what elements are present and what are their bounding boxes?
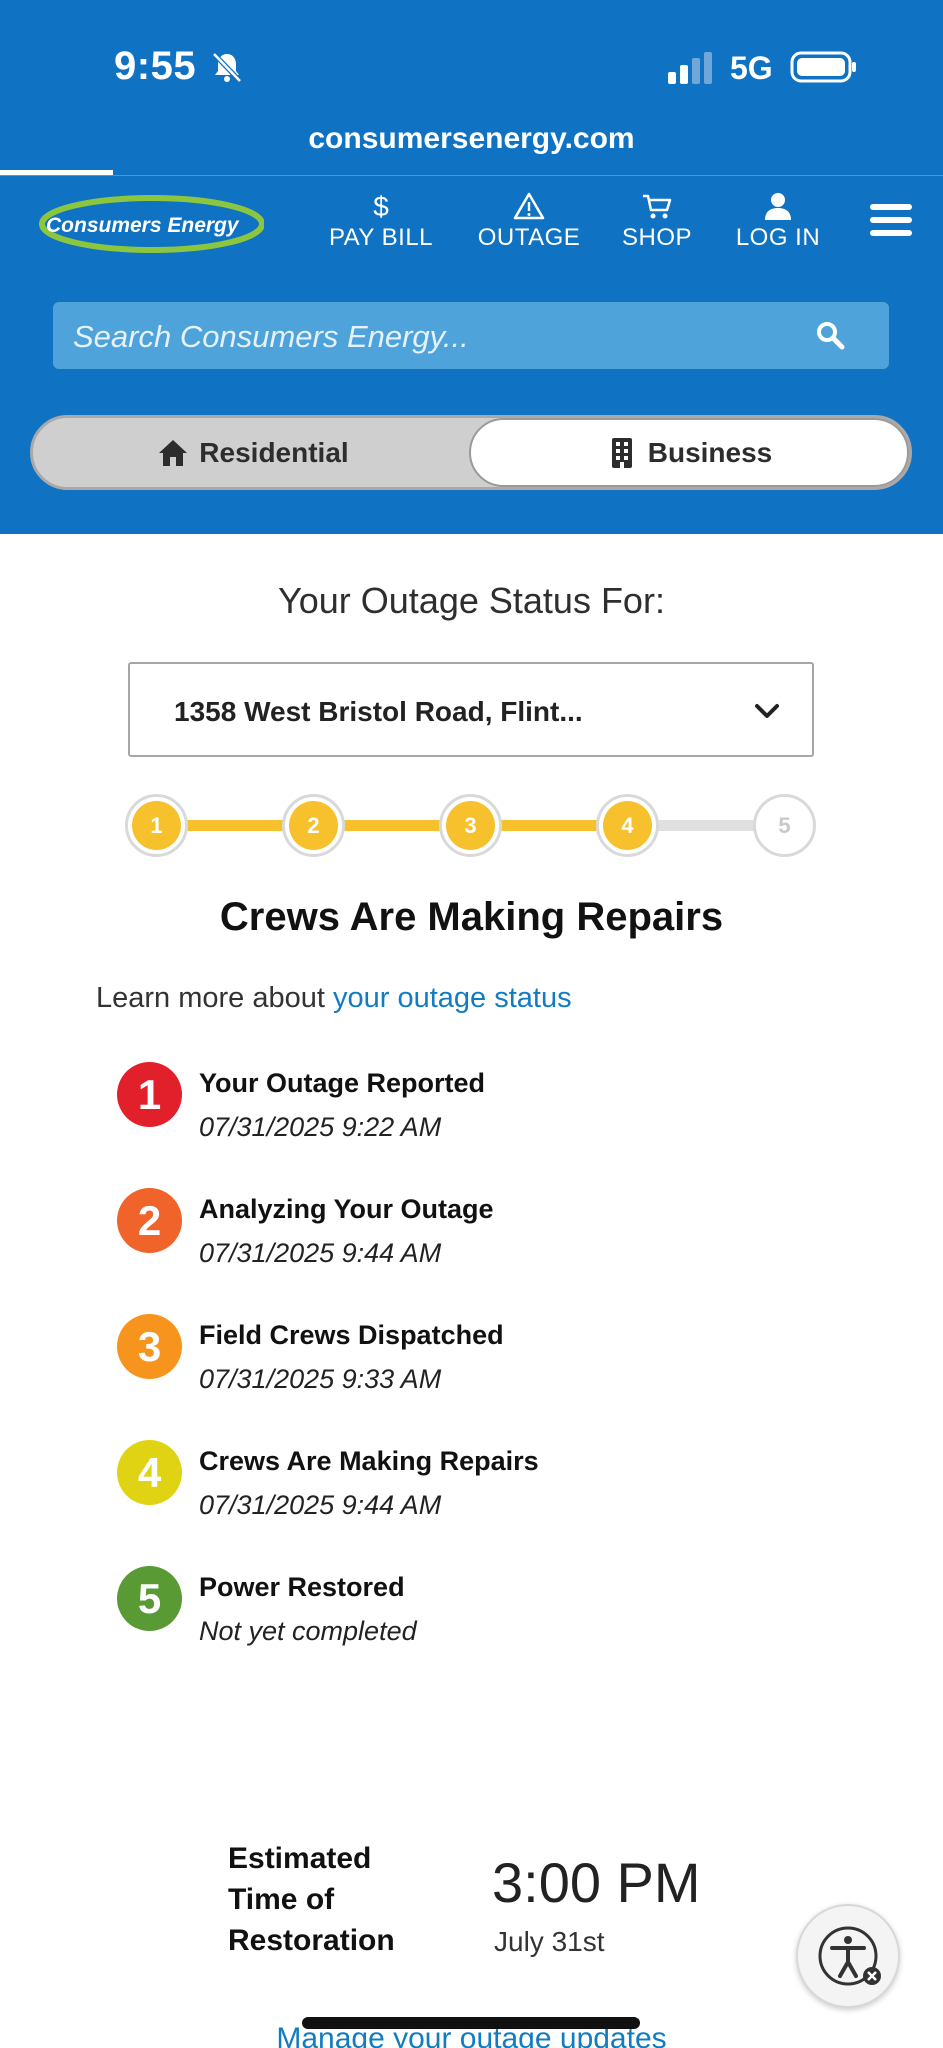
timeline-date: 07/31/2025 9:33 AM	[199, 1364, 442, 1394]
timeline-item: 4 Crews Are Making Repairs 07/31/2025 9:…	[117, 1440, 817, 1540]
nav-shop[interactable]: SHOP	[612, 190, 702, 252]
user-icon	[765, 193, 791, 220]
accessibility-button[interactable]	[796, 1904, 900, 2008]
step-badge: 5	[117, 1566, 182, 1631]
business-label: Business	[647, 436, 773, 468]
accessibility-icon	[818, 1926, 881, 1986]
timeline-title: Your Outage Reported	[199, 1068, 486, 1098]
step-4: 4	[596, 794, 659, 857]
outage-status-title: Crews Are Making Repairs	[219, 895, 724, 939]
nav-label: PAY BILL	[328, 224, 434, 251]
step-5: 5	[753, 794, 816, 857]
address-dropdown[interactable]: 1358 West Bristol Road, Flint...	[128, 662, 814, 757]
menu-icon[interactable]	[870, 204, 912, 240]
cell-signal-icon	[668, 52, 712, 84]
timeline-title: Analyzing Your Outage	[199, 1194, 494, 1224]
search-input[interactable]: Search Consumers Energy...	[53, 302, 889, 369]
building-icon	[611, 437, 632, 468]
timeline-title: Power Restored	[199, 1572, 405, 1602]
nav-label: SHOP	[621, 224, 692, 251]
learn-more-text: Learn more about your outage status	[96, 982, 572, 1015]
timeline-date: Not yet completed	[199, 1616, 417, 1646]
timeline-item: 5 Power Restored Not yet completed	[117, 1566, 817, 1666]
eta-time: 3:00 PM	[492, 1851, 701, 1914]
browser-url[interactable]: consumersenergy.com	[0, 122, 943, 156]
address-value: 1358 West Bristol Road, Flint...	[174, 696, 583, 727]
nav-label: LOG IN	[735, 224, 821, 251]
timeline-date: 07/31/2025 9:44 AM	[199, 1238, 442, 1268]
consumers-energy-logo[interactable]: Consumers Energy	[34, 192, 264, 256]
dollar-icon: $	[373, 191, 389, 222]
silent-bell-icon	[212, 52, 242, 83]
timeline-item: 2 Analyzing Your Outage 07/31/2025 9:44 …	[117, 1188, 817, 1288]
step-1: 1	[125, 794, 188, 857]
nav-label: OUTAGE	[477, 224, 581, 251]
step-3: 3	[439, 794, 502, 857]
divider	[0, 175, 943, 176]
home-icon	[159, 439, 188, 466]
svg-text:Consumers Energy: Consumers Energy	[46, 214, 240, 237]
step-badge: 2	[117, 1188, 182, 1253]
timeline-item: 1 Your Outage Reported 07/31/2025 9:22 A…	[117, 1062, 817, 1162]
home-indicator	[302, 2017, 640, 2029]
search-icon[interactable]	[815, 320, 845, 350]
svg-text:$: $	[373, 191, 389, 222]
timeline-date: 07/31/2025 9:22 AM	[199, 1112, 442, 1142]
page-title: Your Outage Status For:	[278, 580, 665, 621]
business-tab[interactable]: Business	[469, 418, 909, 487]
outage-progress-stepper: 1 2 3 4 5	[125, 790, 820, 862]
status-time: 9:55	[114, 44, 197, 88]
step-badge: 1	[117, 1062, 182, 1127]
timeline-item: 3 Field Crews Dispatched 07/31/2025 9:33…	[117, 1314, 817, 1414]
warning-icon	[513, 192, 545, 220]
nav-outage[interactable]: OUTAGE	[474, 190, 584, 252]
cart-icon	[643, 194, 672, 219]
step-badge: 4	[117, 1440, 182, 1505]
learn-more-prefix: Learn more about	[96, 982, 333, 1014]
stepper-track-fill	[155, 820, 627, 831]
page: 9:55 5G consumersenergy.com Consumers En…	[0, 0, 943, 2048]
battery-icon	[790, 51, 856, 83]
outage-status-link[interactable]: your outage status	[333, 982, 572, 1014]
customer-type-toggle: Residential Business	[30, 415, 912, 490]
eta-date: July 31st	[494, 1926, 605, 1957]
residential-tab[interactable]: Residential	[33, 418, 473, 487]
timeline-date: 07/31/2025 9:44 AM	[199, 1490, 442, 1520]
network-type: 5G	[730, 50, 773, 86]
step-badge: 3	[117, 1314, 182, 1379]
timeline-title: Field Crews Dispatched	[199, 1320, 504, 1350]
search-placeholder: Search Consumers Energy...	[73, 319, 469, 354]
residential-label: Residential	[199, 436, 349, 468]
chevron-down-icon	[755, 704, 779, 718]
timeline-title: Crews Are Making Repairs	[199, 1446, 539, 1476]
nav-log-in[interactable]: LOG IN	[728, 190, 828, 252]
nav-pay-bill[interactable]: $ PAY BILL	[326, 190, 436, 252]
eta-label: Estimated Time of Restoration	[228, 1842, 395, 1957]
step-2: 2	[282, 794, 345, 857]
